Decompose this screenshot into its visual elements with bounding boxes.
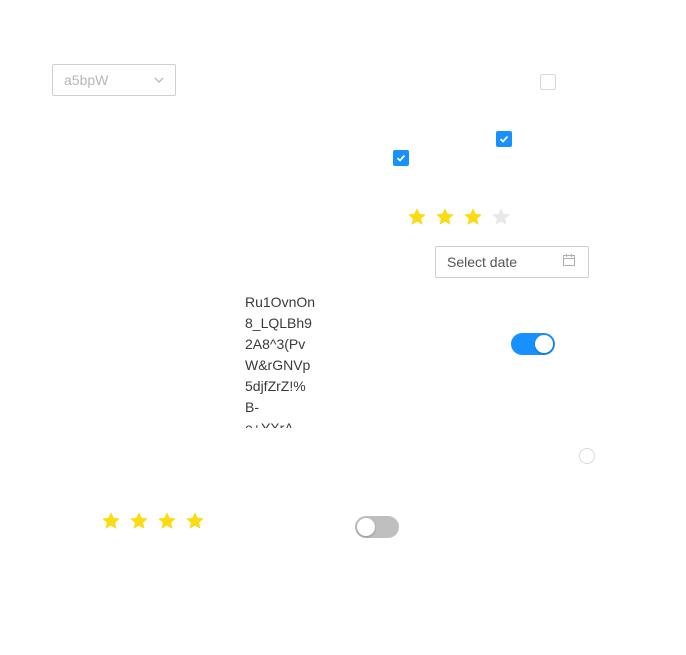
toggle-switch-upper[interactable]: [511, 333, 555, 355]
checkbox-top-right[interactable]: [540, 74, 556, 90]
checkbox-left[interactable]: [393, 150, 409, 166]
text-line: 8_LQLBh9: [245, 315, 312, 331]
text-block: Ru1OvnOn 8_LQLBh9 2A8^3(Pv W&rGNVp 5djfZ…: [245, 292, 325, 428]
radio-button[interactable]: [579, 448, 595, 464]
calendar-icon: [562, 253, 576, 272]
date-placeholder: Select date: [447, 254, 518, 270]
star-filled-icon[interactable]: [435, 207, 455, 227]
date-picker[interactable]: Select date: [435, 246, 589, 278]
select-dropdown[interactable]: a5bpW: [52, 64, 176, 96]
star-filled-icon[interactable]: [463, 207, 483, 227]
star-rating-upper[interactable]: [407, 207, 511, 227]
star-filled-icon[interactable]: [185, 511, 205, 531]
text-line: Ru1OvnOn: [245, 294, 316, 310]
text-line: W&rGNVp: [245, 357, 311, 373]
star-filled-icon[interactable]: [101, 511, 121, 531]
star-filled-icon[interactable]: [129, 511, 149, 531]
text-line: 2A8^3(Pv: [245, 336, 306, 352]
select-value: a5bpW: [64, 72, 109, 88]
text-line: e+YXrA: [245, 420, 294, 428]
checkbox-middle[interactable]: [496, 131, 512, 147]
star-rating-lower[interactable]: [101, 511, 205, 531]
chevron-down-icon: [153, 74, 165, 86]
text-line: 5djfZrZ!%: [245, 378, 306, 394]
check-icon: [499, 135, 509, 143]
star-filled-icon[interactable]: [407, 207, 427, 227]
toggle-switch-lower[interactable]: [355, 516, 399, 538]
text-line: B-: [245, 399, 259, 415]
star-empty-icon[interactable]: [491, 207, 511, 227]
check-icon: [396, 154, 406, 162]
toggle-knob: [535, 335, 553, 353]
toggle-knob: [357, 518, 375, 536]
star-filled-icon[interactable]: [157, 511, 177, 531]
